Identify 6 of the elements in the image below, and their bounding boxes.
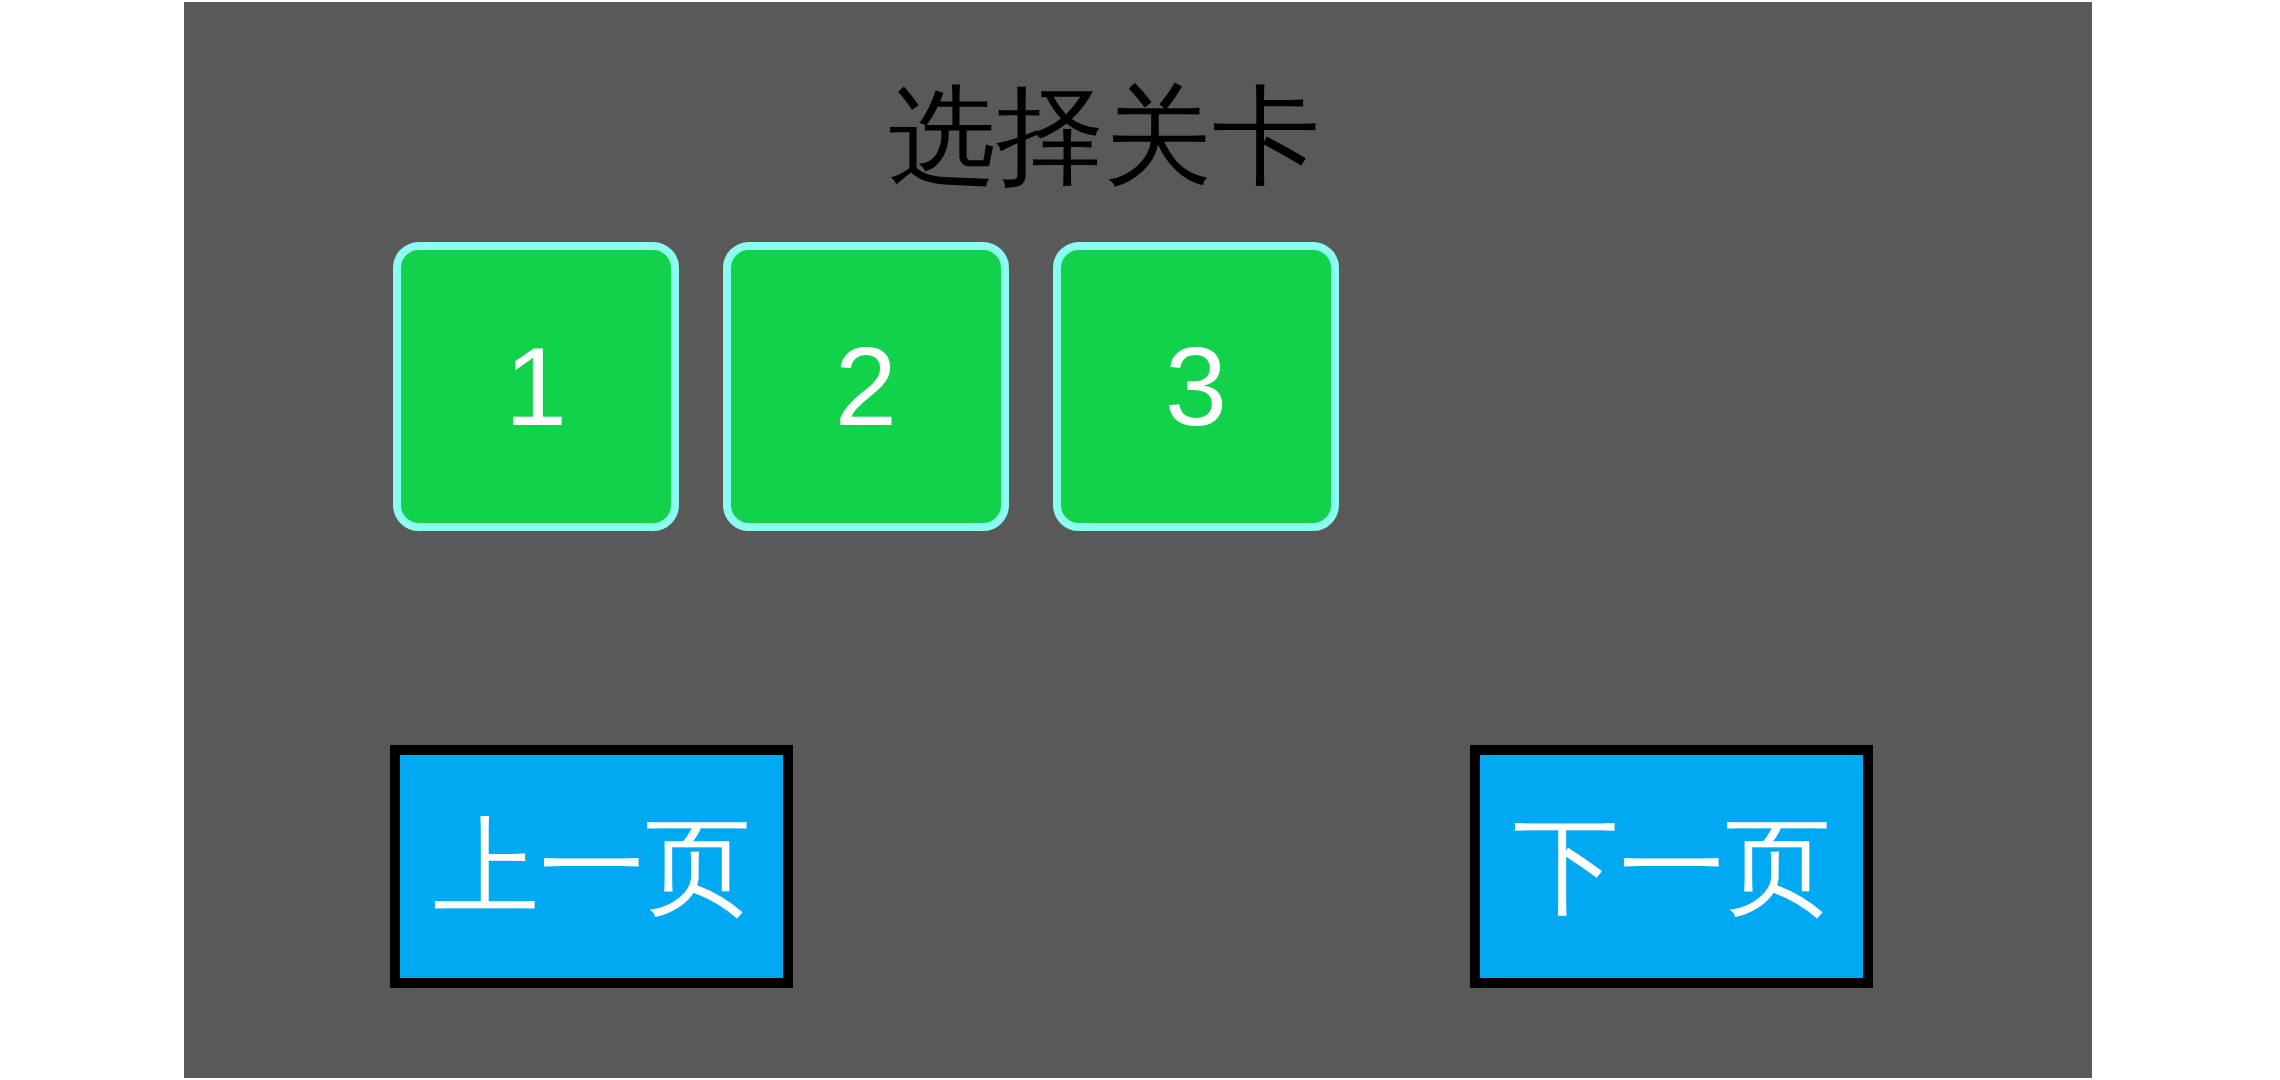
screen-title: 选择关卡	[888, 82, 1320, 190]
previous-page-button[interactable]: 上一页	[390, 745, 793, 988]
next-page-button[interactable]: 下一页	[1470, 745, 1873, 988]
level-button[interactable]: 3	[1053, 242, 1339, 531]
level-button[interactable]: 2	[723, 242, 1009, 531]
level-button[interactable]: 1	[393, 242, 679, 531]
